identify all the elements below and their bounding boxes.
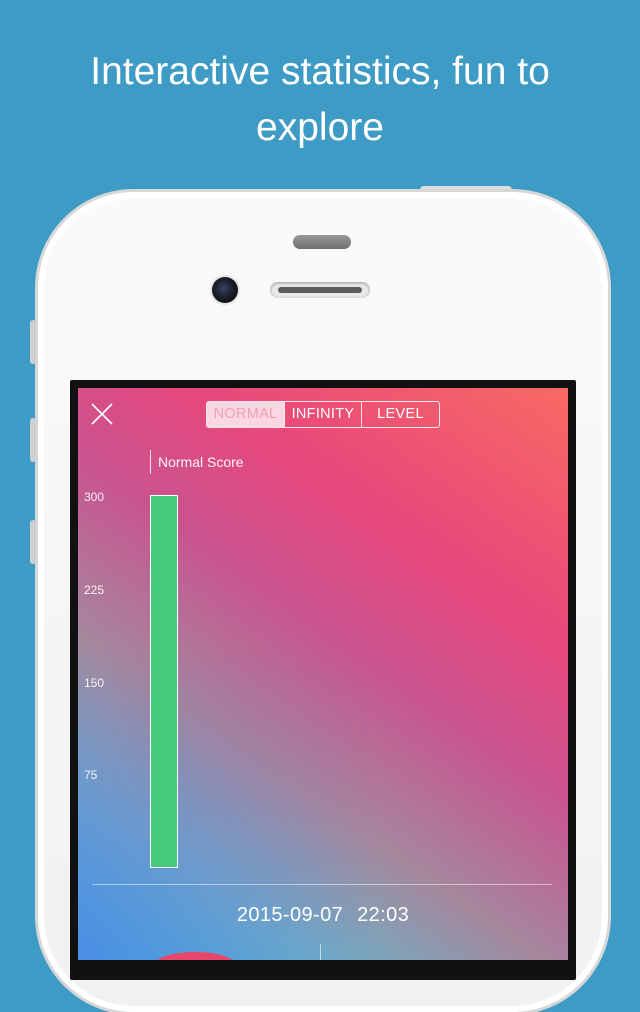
headline-line-2: explore [256,106,384,149]
session-timestamp: 2015-09-07 22:03 [78,904,568,927]
y-tick-label: 150 [84,676,105,690]
headline: Interactive statistics, fun to explore [0,44,640,156]
y-tick-label: 225 [84,583,105,597]
chart-bar[interactable] [150,495,178,868]
mode-segmented-control: NORMAL INFINITY LEVEL [206,401,440,428]
tab-infinity[interactable]: INFINITY [284,402,361,427]
chart-plot-area [150,495,550,868]
y-tick-label: 75 [84,768,98,782]
volume-down-button [30,520,36,564]
volume-up-button [30,418,36,462]
tab-level[interactable]: LEVEL [361,402,439,427]
app-screen: NORMAL INFINITY LEVEL Normal Score 300 2… [78,388,568,960]
front-camera [212,277,238,303]
timestamp-time: 22:03 [357,904,410,926]
legend-label: Normal Score [158,454,244,470]
divider [92,884,552,885]
close-icon[interactable] [90,402,114,426]
proximity-sensor [293,235,351,249]
series-legend: Normal Score [150,450,244,474]
tab-normal[interactable]: NORMAL [207,402,284,427]
earpiece-speaker [270,282,370,298]
mute-switch [30,320,36,364]
timestamp-date: 2015-09-07 [236,904,344,926]
headline-line-1: Interactive statistics, fun to [90,50,550,93]
action-button[interactable] [152,952,238,960]
y-tick-label: 300 [84,490,105,504]
column-divider [320,944,321,960]
